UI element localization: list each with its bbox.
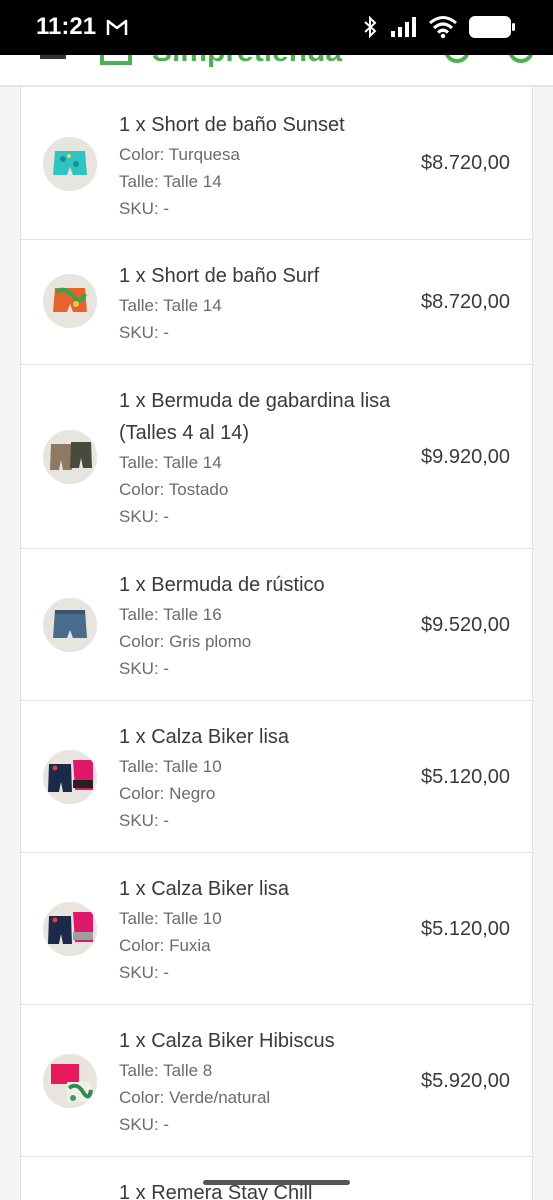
brand-logo-icon[interactable] (100, 55, 132, 65)
item-name: 1 x Calza Biker lisa (119, 878, 290, 900)
item-attribute: Talle: Talle 10 (119, 757, 222, 776)
item-price: $9.920,00 (421, 446, 510, 468)
brand-name[interactable]: Simpretienda (152, 55, 342, 69)
order-items-list: 1 x Short de baño Sunset Color: Turquesa… (20, 87, 533, 1200)
home-indicator[interactable] (203, 1180, 350, 1185)
item-attribute: Color: Fuxia (119, 936, 211, 955)
bluetooth-icon (364, 15, 377, 39)
account-icon[interactable] (444, 55, 470, 63)
item-sku: SKU: - (119, 507, 170, 526)
product-thumbnail (43, 1054, 97, 1108)
product-thumbnail (43, 274, 97, 328)
item-sku: SKU: - (119, 199, 170, 218)
status-bar: 11:21 (0, 0, 553, 55)
order-item: 1 x Calza Biker Hibiscus Talle: Talle 8 … (21, 1005, 532, 1157)
item-name: 1 x Calza Biker lisa (119, 726, 290, 748)
order-item: 1 x Short de baño Surf Talle: Talle 14 S… (21, 240, 532, 365)
item-attribute: Talle: Talle 14 (119, 453, 222, 472)
menu-icon[interactable] (40, 55, 66, 59)
item-sku: SKU: - (119, 1115, 170, 1134)
item-attribute: Color: Tostado (119, 480, 229, 499)
product-thumbnail (43, 598, 97, 652)
item-price: $8.720,00 (421, 291, 510, 313)
item-sku: SKU: - (119, 963, 170, 982)
item-attribute: Color: Negro (119, 784, 216, 803)
order-item: 1 x Short de baño Sunset Color: Turquesa… (21, 87, 532, 240)
product-thumbnail (43, 430, 97, 484)
item-attribute: Talle: Talle 10 (119, 909, 222, 928)
item-attribute: Talle: Talle 14 (119, 172, 222, 191)
cart-icon[interactable] (508, 55, 534, 63)
item-name: 1 x Short de baño Surf (119, 265, 320, 287)
item-sku: SKU: - (119, 811, 170, 830)
status-time: 11:21 (36, 13, 97, 40)
item-attribute: Color: Gris plomo (119, 632, 252, 651)
item-attribute: Color: Turquesa (119, 145, 240, 164)
item-attribute: Talle: Talle 14 (119, 296, 222, 315)
item-attribute: Color: Verde/natural (119, 1088, 271, 1107)
order-item: 1 x Calza Biker lisa Talle: Talle 10 Col… (21, 701, 532, 853)
order-item: 1 x Remera Stay Chill (21, 1157, 532, 1200)
item-sku: SKU: - (119, 323, 170, 342)
item-price: $5.920,00 (421, 1070, 510, 1092)
item-name: 1 x Bermuda de rústico (119, 574, 325, 596)
battery-icon (469, 16, 515, 38)
product-thumbnail (43, 750, 97, 804)
product-thumbnail (43, 902, 97, 956)
item-price: $5.120,00 (421, 766, 510, 788)
item-attribute: Talle: Talle 8 (119, 1061, 213, 1080)
wifi-icon (429, 16, 457, 39)
app-header: Simpretienda (0, 55, 553, 87)
item-price: $8.720,00 (421, 152, 510, 174)
order-item: 1 x Bermuda de rústico Talle: Talle 16 C… (21, 549, 532, 701)
item-name: 1 x Short de baño Sunset (119, 114, 345, 136)
item-sku: SKU: - (119, 659, 170, 678)
order-item: 1 x Calza Biker lisa Talle: Talle 10 Col… (21, 853, 532, 1005)
item-price: $5.120,00 (421, 918, 510, 940)
item-attribute: Talle: Talle 16 (119, 605, 222, 624)
signal-icon (391, 17, 416, 37)
item-name: 1 x Calza Biker Hibiscus (119, 1030, 335, 1052)
gmail-icon (106, 19, 128, 35)
item-name: 1 x Bermuda de gabardina lisa (Talles 4 … (119, 390, 391, 444)
product-thumbnail (43, 137, 97, 191)
order-item: 1 x Bermuda de gabardina lisa (Talles 4 … (21, 365, 532, 549)
item-price: $9.520,00 (421, 614, 510, 636)
